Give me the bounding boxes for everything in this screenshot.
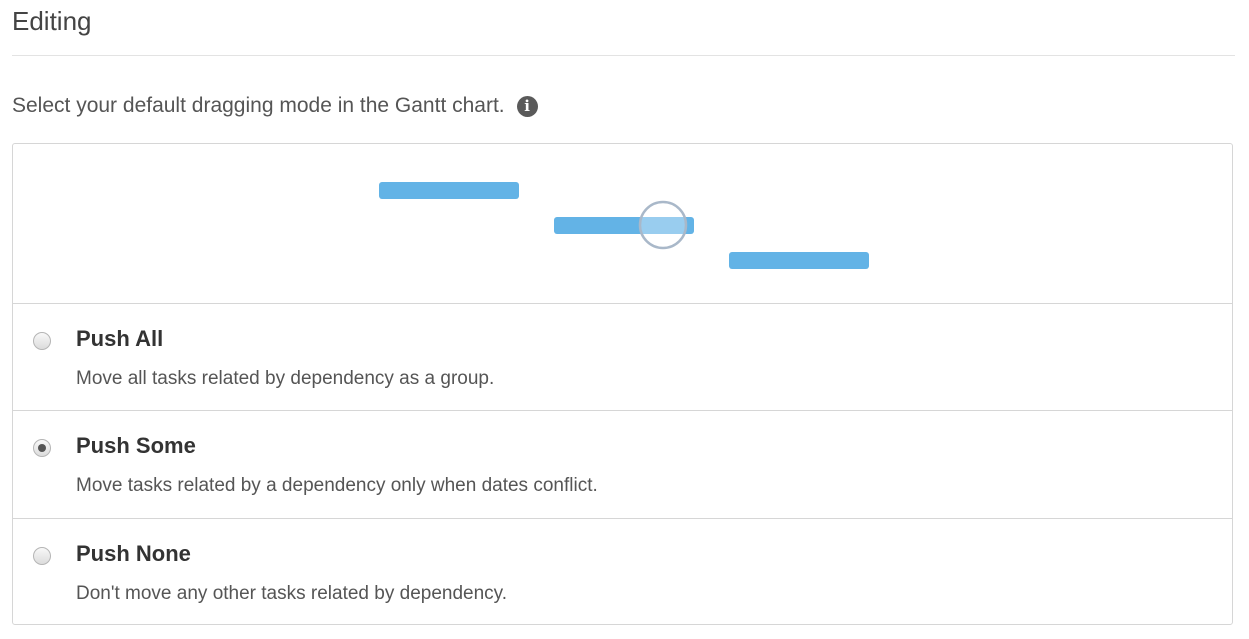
option-label: Push None bbox=[76, 541, 191, 566]
radio-push-some[interactable] bbox=[33, 439, 51, 457]
option-push-none[interactable]: Push None Don't move any other tasks rel… bbox=[13, 519, 1232, 625]
gantt-preview bbox=[13, 144, 1232, 304]
info-icon[interactable]: i bbox=[516, 95, 538, 117]
gantt-preview-illustration bbox=[379, 182, 869, 269]
radio-push-all[interactable] bbox=[33, 332, 51, 350]
radio-push-none[interactable] bbox=[33, 547, 51, 565]
option-description: Don't move any other tasks related by de… bbox=[76, 583, 508, 604]
section-title: Editing bbox=[12, 6, 92, 36]
instruction-row: Select your default dragging mode in the… bbox=[12, 94, 538, 118]
dragging-mode-panel: Push All Move all tasks related by depen… bbox=[12, 143, 1233, 625]
instruction-text: Select your default dragging mode in the… bbox=[12, 94, 505, 117]
gantt-task-bar bbox=[379, 182, 519, 199]
option-description: Move tasks related by a dependency only … bbox=[76, 475, 598, 496]
option-push-some[interactable]: Push Some Move tasks related by a depend… bbox=[13, 411, 1232, 519]
option-push-all[interactable]: Push All Move all tasks related by depen… bbox=[13, 304, 1232, 411]
option-label: Push Some bbox=[76, 433, 196, 458]
option-label: Push All bbox=[76, 326, 164, 351]
gantt-task-bar bbox=[729, 252, 869, 269]
title-divider bbox=[12, 55, 1235, 56]
drag-handle-circle-icon bbox=[638, 200, 688, 250]
option-description: Move all tasks related by dependency as … bbox=[76, 368, 495, 389]
